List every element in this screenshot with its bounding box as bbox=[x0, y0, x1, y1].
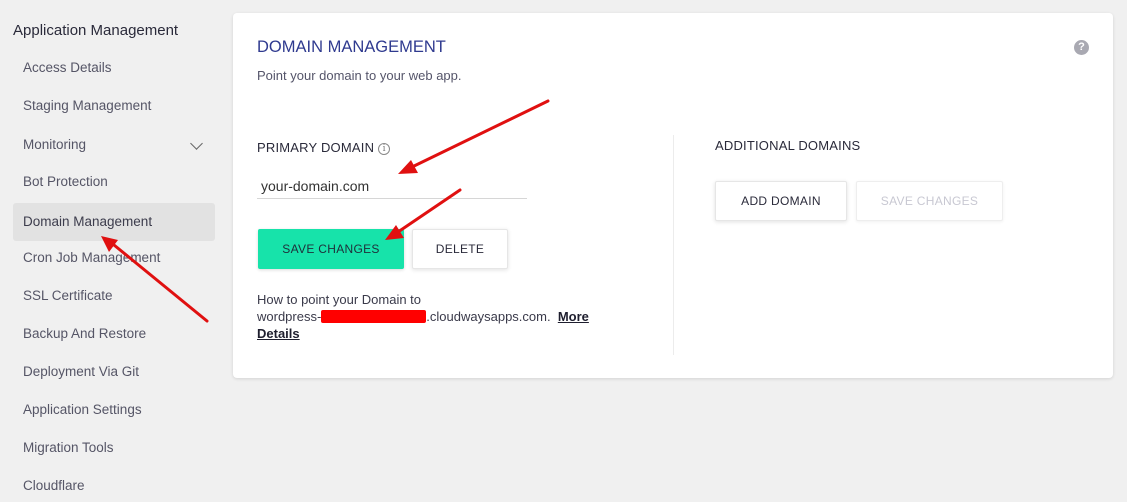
help-icon[interactable]: ? bbox=[1074, 40, 1089, 55]
column-divider bbox=[673, 135, 674, 355]
sidebar-item-ssl-certificate[interactable]: SSL Certificate bbox=[13, 277, 215, 315]
sidebar-item-deployment-via-git[interactable]: Deployment Via Git bbox=[13, 353, 215, 391]
sidebar-item-bot-protection[interactable]: Bot Protection bbox=[13, 163, 215, 201]
card-subtitle: Point your domain to your web app. bbox=[257, 68, 462, 83]
sidebar-item-label: Monitoring bbox=[23, 137, 87, 152]
save-changes-disabled-button[interactable]: SAVE CHANGES bbox=[856, 181, 1003, 221]
save-changes-button[interactable]: SAVE CHANGES bbox=[258, 229, 404, 269]
add-domain-button[interactable]: ADD DOMAIN bbox=[715, 181, 847, 221]
sidebar-item-migration-tools[interactable]: Migration Tools bbox=[13, 429, 215, 467]
chevron-down-icon bbox=[190, 137, 203, 150]
sidebar-item-staging-management[interactable]: Staging Management bbox=[13, 87, 215, 125]
help-text-host-end: .cloudwaysapps.com. bbox=[426, 309, 551, 324]
sidebar-item-application-settings[interactable]: Application Settings bbox=[13, 391, 215, 429]
help-text-host-start: wordpress- bbox=[257, 309, 322, 324]
sidebar-item-backup-and-restore[interactable]: Backup And Restore bbox=[13, 315, 215, 353]
primary-domain-input[interactable] bbox=[257, 173, 527, 199]
primary-domain-label-text: PRIMARY DOMAIN bbox=[257, 140, 375, 155]
sidebar-heading: Application Management bbox=[13, 22, 179, 39]
sidebar-item-access-details[interactable]: Access Details bbox=[13, 49, 215, 87]
additional-domains-label: ADDITIONAL DOMAINS bbox=[715, 138, 861, 153]
sidebar-item-cloudflare[interactable]: Cloudflare bbox=[13, 467, 215, 502]
sidebar: Application Management Access Details St… bbox=[0, 0, 225, 502]
info-icon[interactable]: i bbox=[378, 143, 391, 155]
redaction-mark bbox=[321, 310, 427, 323]
domain-help-text: How to point your Domain to wordpress- .c… bbox=[257, 291, 627, 342]
sidebar-item-cron-job-management[interactable]: Cron Job Management bbox=[13, 239, 215, 277]
sidebar-item-domain-management[interactable]: Domain Management bbox=[13, 203, 215, 241]
delete-button[interactable]: DELETE bbox=[412, 229, 508, 269]
card-title: DOMAIN MANAGEMENT bbox=[257, 38, 446, 56]
help-text-prefix: How to point your Domain to bbox=[257, 292, 422, 307]
sidebar-item-monitoring[interactable]: Monitoring bbox=[13, 126, 215, 164]
domain-management-card: DOMAIN MANAGEMENT Point your domain to y… bbox=[233, 13, 1113, 378]
primary-domain-label: PRIMARY DOMAIN i bbox=[257, 140, 391, 155]
